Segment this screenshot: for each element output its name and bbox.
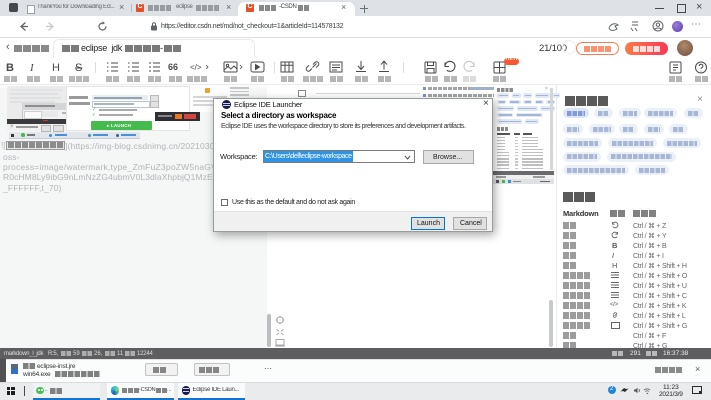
- svg-text:I: I: [29, 62, 35, 74]
- svg-text:B: B: [6, 62, 14, 74]
- svg-text:S: S: [75, 62, 82, 74]
- svg-text:</>: </>: [190, 63, 202, 72]
- svg-text:H: H: [52, 62, 60, 74]
- svg-text:66: 66: [168, 62, 178, 72]
